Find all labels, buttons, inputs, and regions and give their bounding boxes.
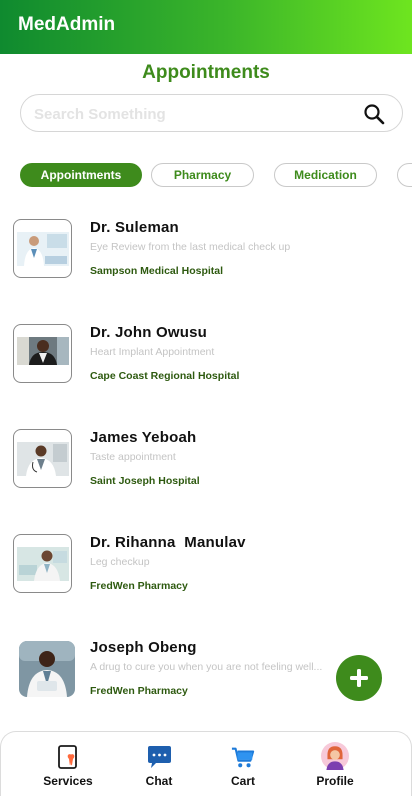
nav-services[interactable]: Services (28, 744, 108, 794)
doctor-avatar (13, 219, 72, 278)
nav-chat[interactable]: Chat (119, 744, 199, 794)
nav-label: Services (43, 774, 93, 788)
chat-icon (148, 746, 171, 768)
appointment-place: FredWen Pharmacy (90, 580, 188, 592)
doctor-photo-icon (17, 547, 69, 581)
appointment-name: Joseph Obeng (90, 639, 197, 656)
appointment-place: Saint Joseph Hospital (90, 475, 200, 487)
nav-profile[interactable]: Profile (295, 742, 375, 794)
appointment-description: A drug to cure you when you are not feel… (90, 661, 323, 673)
page-title: Appointments (142, 62, 270, 83)
doctor-photo-icon (17, 442, 69, 476)
cart-icon (231, 747, 255, 768)
nav-cart[interactable]: Cart (203, 744, 283, 794)
appointment-description: Leg checkup (90, 556, 150, 568)
appointment-item[interactable]: James Yeboah Taste appointment Saint Jos… (0, 420, 412, 500)
tab-more[interactable] (397, 163, 412, 187)
nav-label: Profile (316, 774, 354, 788)
filter-tabs: Appointments Pharmacy Medication (0, 163, 412, 189)
app-title: MedAdmin (18, 14, 116, 35)
app-bar: MedAdmin (0, 0, 412, 54)
appointment-name: James Yeboah (90, 429, 197, 446)
tab-pharmacy[interactable]: Pharmacy (151, 163, 254, 187)
appointment-place: FredWen Pharmacy (90, 685, 188, 697)
search-input[interactable] (34, 103, 354, 125)
search-icon[interactable] (363, 103, 385, 125)
tab-medication[interactable]: Medication (274, 163, 377, 187)
services-icon (58, 745, 77, 769)
doctor-avatar (13, 534, 72, 593)
doctor-avatar (13, 429, 72, 488)
nav-label: Chat (145, 774, 173, 788)
appointment-item[interactable]: Dr. Suleman Eye Review from the last med… (0, 210, 412, 290)
doctor-photo-icon (19, 641, 75, 697)
appointment-name: Dr. Suleman (90, 219, 179, 236)
doctor-photo-icon (17, 232, 69, 266)
appointment-name: Dr. John Owusu (90, 324, 207, 341)
bottom-navigation: Services Chat Cart Profile (0, 731, 412, 796)
appointment-description: Eye Review from the last medical check u… (90, 241, 291, 253)
profile-avatar-icon (321, 742, 349, 770)
appointment-place: Cape Coast Regional Hospital (90, 370, 240, 382)
plus-icon (350, 669, 368, 687)
doctor-avatar (19, 641, 75, 697)
appointment-item[interactable]: Dr. Rihanna Manulav Leg checkup FredWen … (0, 525, 412, 605)
nav-label: Cart (230, 774, 255, 788)
doctor-avatar (13, 324, 72, 383)
appointment-item[interactable]: Dr. John Owusu Heart Implant Appointment… (0, 315, 412, 395)
search-bar[interactable] (20, 94, 403, 132)
tab-appointments[interactable]: Appointments (20, 163, 142, 187)
appointment-name: Dr. Rihanna Manulav (90, 534, 246, 551)
add-appointment-button[interactable] (336, 655, 382, 701)
appointment-description: Taste appointment (90, 451, 176, 463)
doctor-photo-icon (17, 337, 69, 365)
appointment-description: Heart Implant Appointment (90, 346, 215, 358)
appointment-place: Sampson Medical Hospital (90, 265, 224, 277)
